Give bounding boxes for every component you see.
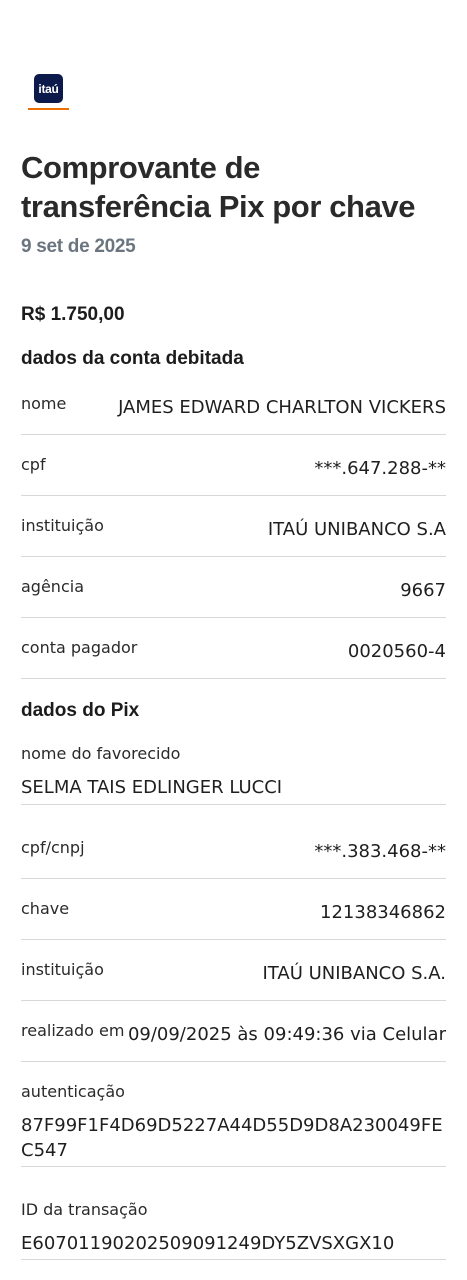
row-value: SELMA TAIS EDLINGER LUCCI <box>21 777 283 798</box>
pix-row-cpf-cnpj: cpf/cnpj ***.383.468-** <box>21 838 446 879</box>
row-value: 09/09/2025 às 09:49:36 via Celular <box>127 1024 446 1045</box>
row-label: agência <box>21 577 84 596</box>
row-value: ***.383.468-** <box>314 841 446 862</box>
authentication-code: 87F99F1F4D69D5227A44D55D9D8A230049FEC547 <box>21 1115 443 1161</box>
row-label: autenticação <box>21 1082 125 1101</box>
row-value: ITAÚ UNIBANCO S.A <box>267 519 446 540</box>
debit-row-account: conta pagador 0020560-4 <box>21 638 446 679</box>
row-value: ITAÚ UNIBANCO S.A. <box>262 963 446 984</box>
pix-row-transaction-id: ID da transação E60701190202509091249DY5… <box>21 1200 446 1260</box>
receipt-date: 9 set de 2025 <box>21 236 136 257</box>
debit-row-cpf: cpf ***.647.288-** <box>21 455 446 496</box>
debit-section-title: dados da conta debitada <box>21 348 244 369</box>
row-label: cpf/cnpj <box>21 838 85 857</box>
pix-row-performed-at: realizado em 09/09/2025 às 09:49:36 via … <box>21 1021 446 1062</box>
itau-logo: itaú <box>34 74 63 103</box>
row-label: realizado em <box>21 1021 125 1040</box>
row-label: instituição <box>21 516 104 535</box>
pix-row-institution: instituição ITAÚ UNIBANCO S.A. <box>21 960 446 1001</box>
row-value: ***.647.288-** <box>314 458 446 479</box>
row-label: conta pagador <box>21 638 138 657</box>
row-value: 12138346862 <box>320 902 446 923</box>
transfer-amount: R$ 1.750,00 <box>21 304 125 325</box>
row-value: 9667 <box>400 580 446 601</box>
pix-row-key: chave 12138346862 <box>21 899 446 940</box>
pix-row-payee: nome do favorecido SELMA TAIS EDLINGER L… <box>21 744 446 805</box>
pix-section-title: dados do Pix <box>21 700 140 721</box>
row-value: JAMES EDWARD CHARLTON VICKERS <box>118 397 446 418</box>
row-label: chave <box>21 899 70 918</box>
debit-row-institution: instituição ITAÚ UNIBANCO S.A <box>21 516 446 557</box>
row-label: ID da transação <box>21 1200 148 1219</box>
debit-row-name: nome JAMES EDWARD CHARLTON VICKERS <box>21 394 446 435</box>
debit-row-agency: agência 9667 <box>21 577 446 618</box>
transaction-id: E60701190202509091249DY5ZVSXGX10 <box>21 1233 395 1254</box>
row-label: cpf <box>21 455 46 474</box>
row-label: instituição <box>21 960 104 979</box>
row-label: nome <box>21 394 67 413</box>
logo-underline <box>28 108 69 110</box>
pix-row-authentication: autenticação 87F99F1F4D69D5227A44D55D9D8… <box>21 1082 446 1167</box>
page-title: Comprovante de transferência Pix por cha… <box>21 150 416 224</box>
row-label: nome do favorecido <box>21 744 181 763</box>
row-value: 0020560-4 <box>347 641 446 662</box>
